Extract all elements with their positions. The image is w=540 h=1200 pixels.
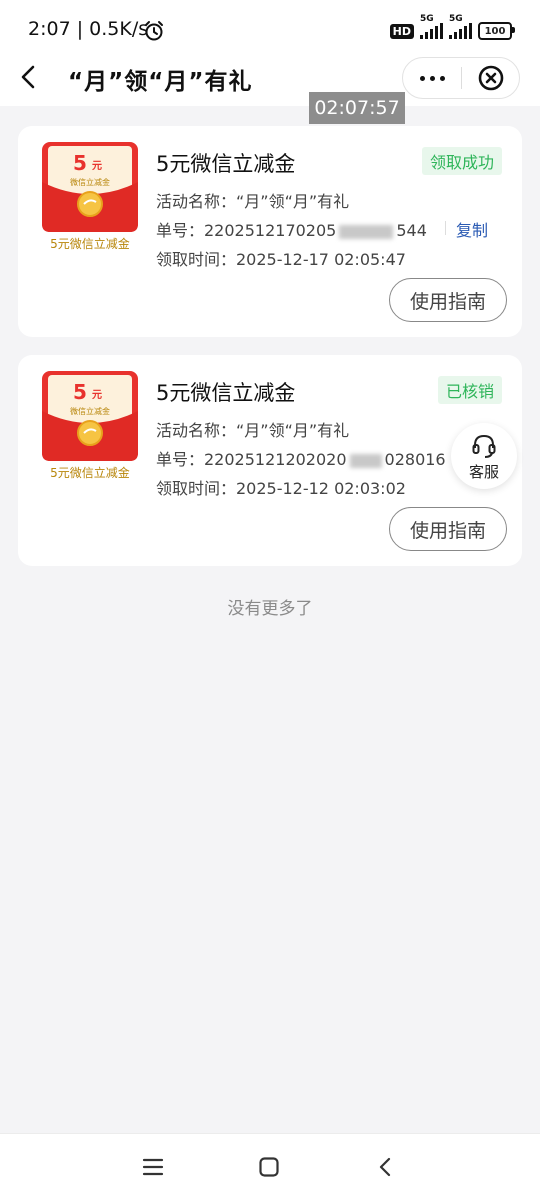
svg-text:元: 元 — [92, 160, 102, 172]
system-nav-bar — [0, 1133, 540, 1200]
page-title: “月”领“月”有礼 — [68, 69, 253, 95]
time-overlay: 02:07:57 — [309, 92, 405, 124]
order-number-suffix: 028016 — [384, 450, 446, 469]
status-time: 2:07 | 0.5K/s — [28, 18, 149, 40]
coupon-title: 5元微信立减金 — [156, 152, 296, 176]
close-button[interactable] — [462, 58, 519, 98]
order-number-suffix: 544 — [396, 221, 427, 240]
status-badge: 领取成功 — [421, 147, 502, 175]
headset-icon — [472, 434, 496, 458]
svg-text:5: 5 — [73, 380, 87, 404]
alarm-icon — [145, 21, 163, 41]
home-icon — [259, 1157, 279, 1177]
receive-time: 领取时间：2025-12-12 02:03:02 — [156, 479, 406, 498]
usage-guide-button[interactable]: 使用指南 — [389, 278, 507, 322]
usage-guide-button[interactable]: 使用指南 — [389, 507, 507, 551]
mini-program-capsule — [402, 57, 520, 99]
envelope-caption: 5元微信立减金 — [50, 466, 130, 480]
order-number-prefix: 单号：2202512170205 — [156, 221, 337, 240]
red-envelope-icon: 5 元 微信立减金 — [42, 142, 138, 232]
redaction-mask — [349, 453, 382, 468]
signal-icon: 5G — [449, 14, 472, 39]
activity-name: 活动名称：“月”领“月”有礼 — [156, 192, 350, 211]
customer-service-button[interactable]: 客服 — [451, 423, 517, 489]
order-number-prefix: 单号：22025121202020 — [156, 450, 347, 469]
hd-badge: HD — [389, 23, 414, 39]
coupon-card: 5 元 微信立减金 5元微信立减金 5元微信立减金 领取成功 活动名称：“月”领… — [18, 126, 522, 337]
activity-name: 活动名称：“月”领“月”有礼 — [156, 421, 350, 440]
svg-text:元: 元 — [92, 389, 102, 401]
back-icon — [379, 1157, 391, 1177]
signal-icon: 5G — [420, 14, 443, 39]
menu-button[interactable] — [136, 1150, 170, 1184]
system-back-button[interactable] — [369, 1150, 403, 1184]
svg-text:5: 5 — [73, 151, 87, 175]
more-button[interactable] — [403, 58, 461, 98]
more-icon — [419, 75, 425, 81]
copy-button[interactable]: 复制 — [456, 217, 488, 241]
coupon-card: 5 元 微信立减金 5元微信立减金 5元微信立减金 已核销 活动名称：“月”领“… — [18, 355, 522, 566]
order-number: 单号：22025121202020 028016 — [156, 446, 446, 470]
copy-divider — [445, 221, 446, 235]
order-number: 单号：2202512170205 544 — [156, 217, 427, 241]
menu-icon — [142, 1158, 164, 1176]
status-badge: 已核销 — [437, 376, 502, 404]
red-envelope-icon: 5 元 微信立减金 — [42, 371, 138, 461]
back-button[interactable] — [14, 62, 44, 92]
close-circle-icon — [478, 65, 503, 91]
status-indicators: HD 5G 5G 100 — [389, 14, 515, 42]
coupon-title: 5元微信立减金 — [156, 381, 296, 405]
svg-text:微信立减金: 微信立减金 — [70, 177, 110, 187]
no-more-text: 没有更多了 — [227, 599, 313, 619]
redaction-mask — [339, 224, 394, 239]
home-button[interactable] — [252, 1150, 286, 1184]
back-arrow-icon — [21, 65, 35, 89]
battery-icon: 100 — [478, 22, 515, 40]
svg-text:微信立减金: 微信立减金 — [70, 406, 110, 416]
customer-service-label: 客服 — [468, 463, 499, 481]
envelope-caption: 5元微信立减金 — [50, 237, 130, 251]
receive-time: 领取时间：2025-12-17 02:05:47 — [156, 250, 406, 269]
nav-bar: “月”领“月”有礼 — [0, 48, 540, 106]
